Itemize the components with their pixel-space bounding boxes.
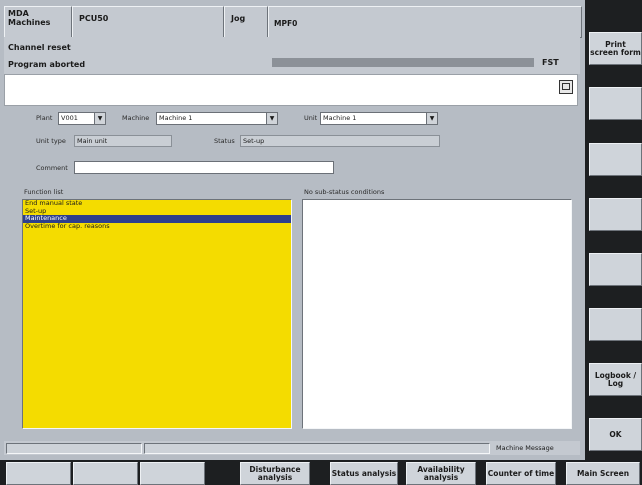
plant-label: Plant [36, 114, 53, 122]
fst-label: FST [542, 58, 559, 67]
softkey-bottom-1[interactable] [6, 462, 71, 485]
area-label: MDA Machines [8, 9, 51, 27]
softkey-bottom-3[interactable] [140, 462, 205, 485]
message-field-1 [6, 443, 142, 454]
progress-bar [272, 58, 534, 67]
status-value: Set-up [240, 135, 440, 147]
counter-of-time-button[interactable]: Counter of time [486, 462, 556, 485]
unit-value: Machine 1 [323, 114, 357, 122]
print-screen-form-button[interactable]: Print screen form [589, 32, 642, 65]
softkey-right-6[interactable] [589, 308, 642, 341]
availability-analysis-button[interactable]: Availability analysis [406, 462, 476, 485]
status-analysis-button[interactable]: Status analysis [330, 462, 398, 485]
unit-type-label: Unit type [36, 137, 66, 145]
machine-select[interactable]: Machine 1 ▼ [156, 112, 278, 125]
substatus-list[interactable] [302, 199, 572, 429]
ok-button[interactable]: OK [589, 418, 642, 451]
machine-message-label: Machine Message [496, 444, 554, 452]
softkey-right-5[interactable] [589, 253, 642, 286]
unit-type-value: Main unit [74, 135, 172, 147]
comment-input[interactable] [74, 161, 334, 174]
message-bar: Machine Message [4, 441, 580, 455]
mode-label: Jog [231, 14, 246, 23]
substatus-title: No sub-status conditions [304, 188, 385, 196]
chevron-down-icon[interactable]: ▼ [94, 113, 105, 124]
message-field-2 [144, 443, 490, 454]
window-toggle-icon[interactable] [559, 80, 573, 94]
program-label: MPF0 [274, 19, 298, 28]
channel-label: PCU50 [79, 14, 109, 23]
plant-value: V001 [61, 114, 78, 122]
mode-cell: Jog [224, 6, 268, 38]
status-label: Status [214, 137, 235, 145]
unit-label: Unit [304, 114, 318, 122]
disturbance-analysis-button[interactable]: Disturbance analysis [240, 462, 310, 485]
program-status: Program aborted [8, 60, 86, 69]
channel-status: Channel reset [8, 43, 71, 52]
softkey-bottom-2[interactable] [73, 462, 138, 485]
unit-select[interactable]: Machine 1 ▼ [320, 112, 438, 125]
message-line [4, 74, 578, 106]
chevron-down-icon[interactable]: ▼ [426, 113, 437, 124]
chevron-down-icon[interactable]: ▼ [266, 113, 277, 124]
softkey-right-4[interactable] [589, 198, 642, 231]
main-screen-button[interactable]: Main Screen [566, 462, 640, 485]
list-item[interactable]: Overtime for cap. reasons [23, 222, 291, 231]
plant-select[interactable]: V001 ▼ [58, 112, 106, 125]
main-panel: Plant V001 ▼ Machine Machine 1 ▼ Unit Ma… [4, 106, 580, 439]
machine-label: Machine [122, 114, 150, 122]
comment-label: Comment [36, 164, 68, 172]
softkey-right-2[interactable] [589, 87, 642, 120]
machine-value: Machine 1 [159, 114, 193, 122]
area-cell: MDA Machines [4, 6, 72, 38]
function-list-title: Function list [24, 188, 64, 196]
softkey-right-3[interactable] [589, 143, 642, 176]
function-list[interactable]: End manual state Set-up Maintenance Over… [22, 199, 292, 429]
list-item[interactable]: End manual state [23, 199, 291, 208]
program-cell: MPF0 [268, 6, 582, 38]
logbook-log-button[interactable]: Logbook / Log [589, 363, 642, 396]
status-area: Channel reset Program aborted FST [4, 37, 580, 74]
channel-cell: PCU50 [72, 6, 224, 38]
